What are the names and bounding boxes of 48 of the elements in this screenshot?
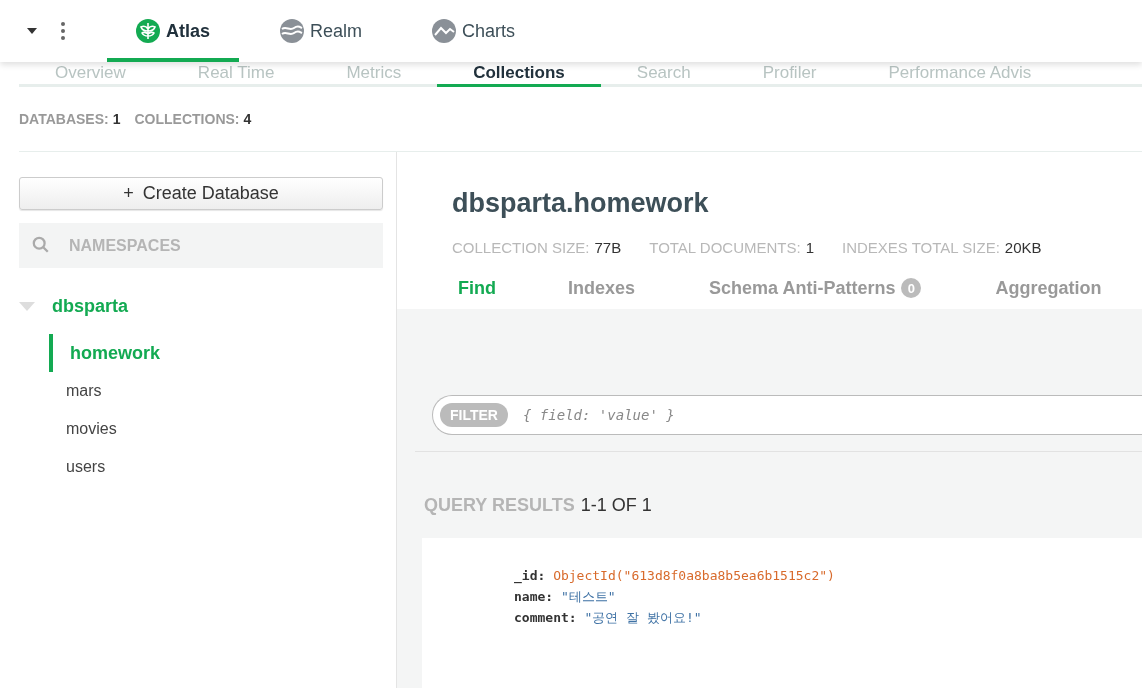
collection-item[interactable]: movies bbox=[66, 410, 381, 448]
more-icon[interactable] bbox=[61, 22, 65, 40]
filter-label: FILTER bbox=[440, 403, 508, 427]
collection-tab[interactable]: Schema Anti-Patterns 0 bbox=[709, 278, 922, 309]
field-value: ObjectId("613d8f0a8ba8b5ea6b1515c2") bbox=[553, 568, 835, 583]
collection-tab[interactable]: Aggregation bbox=[995, 278, 1102, 309]
stat-value: 20KB bbox=[1004, 239, 1042, 256]
stat-value: 77B bbox=[594, 239, 622, 256]
app-tab[interactable]: Realm bbox=[251, 0, 392, 62]
cluster-tab[interactable]: Collections bbox=[437, 62, 601, 87]
summary-value: 1 bbox=[112, 111, 121, 127]
app-tab[interactable]: Atlas bbox=[107, 0, 239, 62]
stat-label: INDEXES TOTAL SIZE: bbox=[842, 239, 1000, 256]
collection-item[interactable]: users bbox=[66, 448, 381, 486]
collection-tab[interactable]: Find bbox=[458, 278, 496, 309]
database-item[interactable]: dbsparta bbox=[19, 294, 381, 318]
stat-label: COLLECTION SIZE: bbox=[452, 239, 590, 256]
leaf-icon bbox=[136, 19, 160, 43]
line-chart-icon bbox=[432, 19, 457, 43]
collection-item[interactable]: homework bbox=[49, 334, 381, 372]
field-key: _id: bbox=[514, 568, 546, 583]
cluster-tab[interactable]: Real Time bbox=[161, 62, 311, 87]
create-database-button[interactable]: + Create Database bbox=[19, 177, 383, 210]
field-key: comment: bbox=[514, 610, 577, 625]
results-count: 1-1 OF 1 bbox=[580, 495, 652, 516]
cluster-tab[interactable]: Metrics bbox=[310, 62, 438, 87]
stat-value: 1 bbox=[805, 239, 814, 256]
summary-value: 4 bbox=[243, 111, 252, 127]
collection-title: dbsparta.homework bbox=[452, 188, 710, 219]
field-key: name: bbox=[514, 589, 554, 604]
app-tab[interactable]: Charts bbox=[403, 0, 545, 62]
cluster-tab[interactable]: Overview bbox=[19, 62, 162, 87]
cluster-tab[interactable]: Profiler bbox=[726, 62, 853, 87]
field-value: "테스트" bbox=[560, 589, 616, 604]
waves-icon bbox=[280, 19, 304, 43]
results-label: QUERY RESULTS bbox=[424, 495, 575, 516]
stat-label: TOTAL DOCUMENTS: bbox=[649, 239, 801, 256]
summary-label: DATABASES: bbox=[19, 111, 109, 127]
field-value: "공연 잘 봤어요!" bbox=[584, 610, 702, 625]
count-badge: 0 bbox=[901, 278, 922, 298]
summary-label: COLLECTIONS: bbox=[134, 111, 240, 127]
search-field[interactable]: NAMESPACES bbox=[19, 223, 383, 268]
collection-tab[interactable]: Indexes bbox=[568, 278, 636, 309]
cluster-tab[interactable]: Search bbox=[600, 62, 727, 87]
caret-down-icon[interactable] bbox=[27, 28, 37, 34]
cluster-tab[interactable]: Performance Advis bbox=[852, 62, 1068, 87]
search-icon bbox=[32, 236, 50, 254]
collection-item[interactable]: mars bbox=[66, 372, 381, 410]
